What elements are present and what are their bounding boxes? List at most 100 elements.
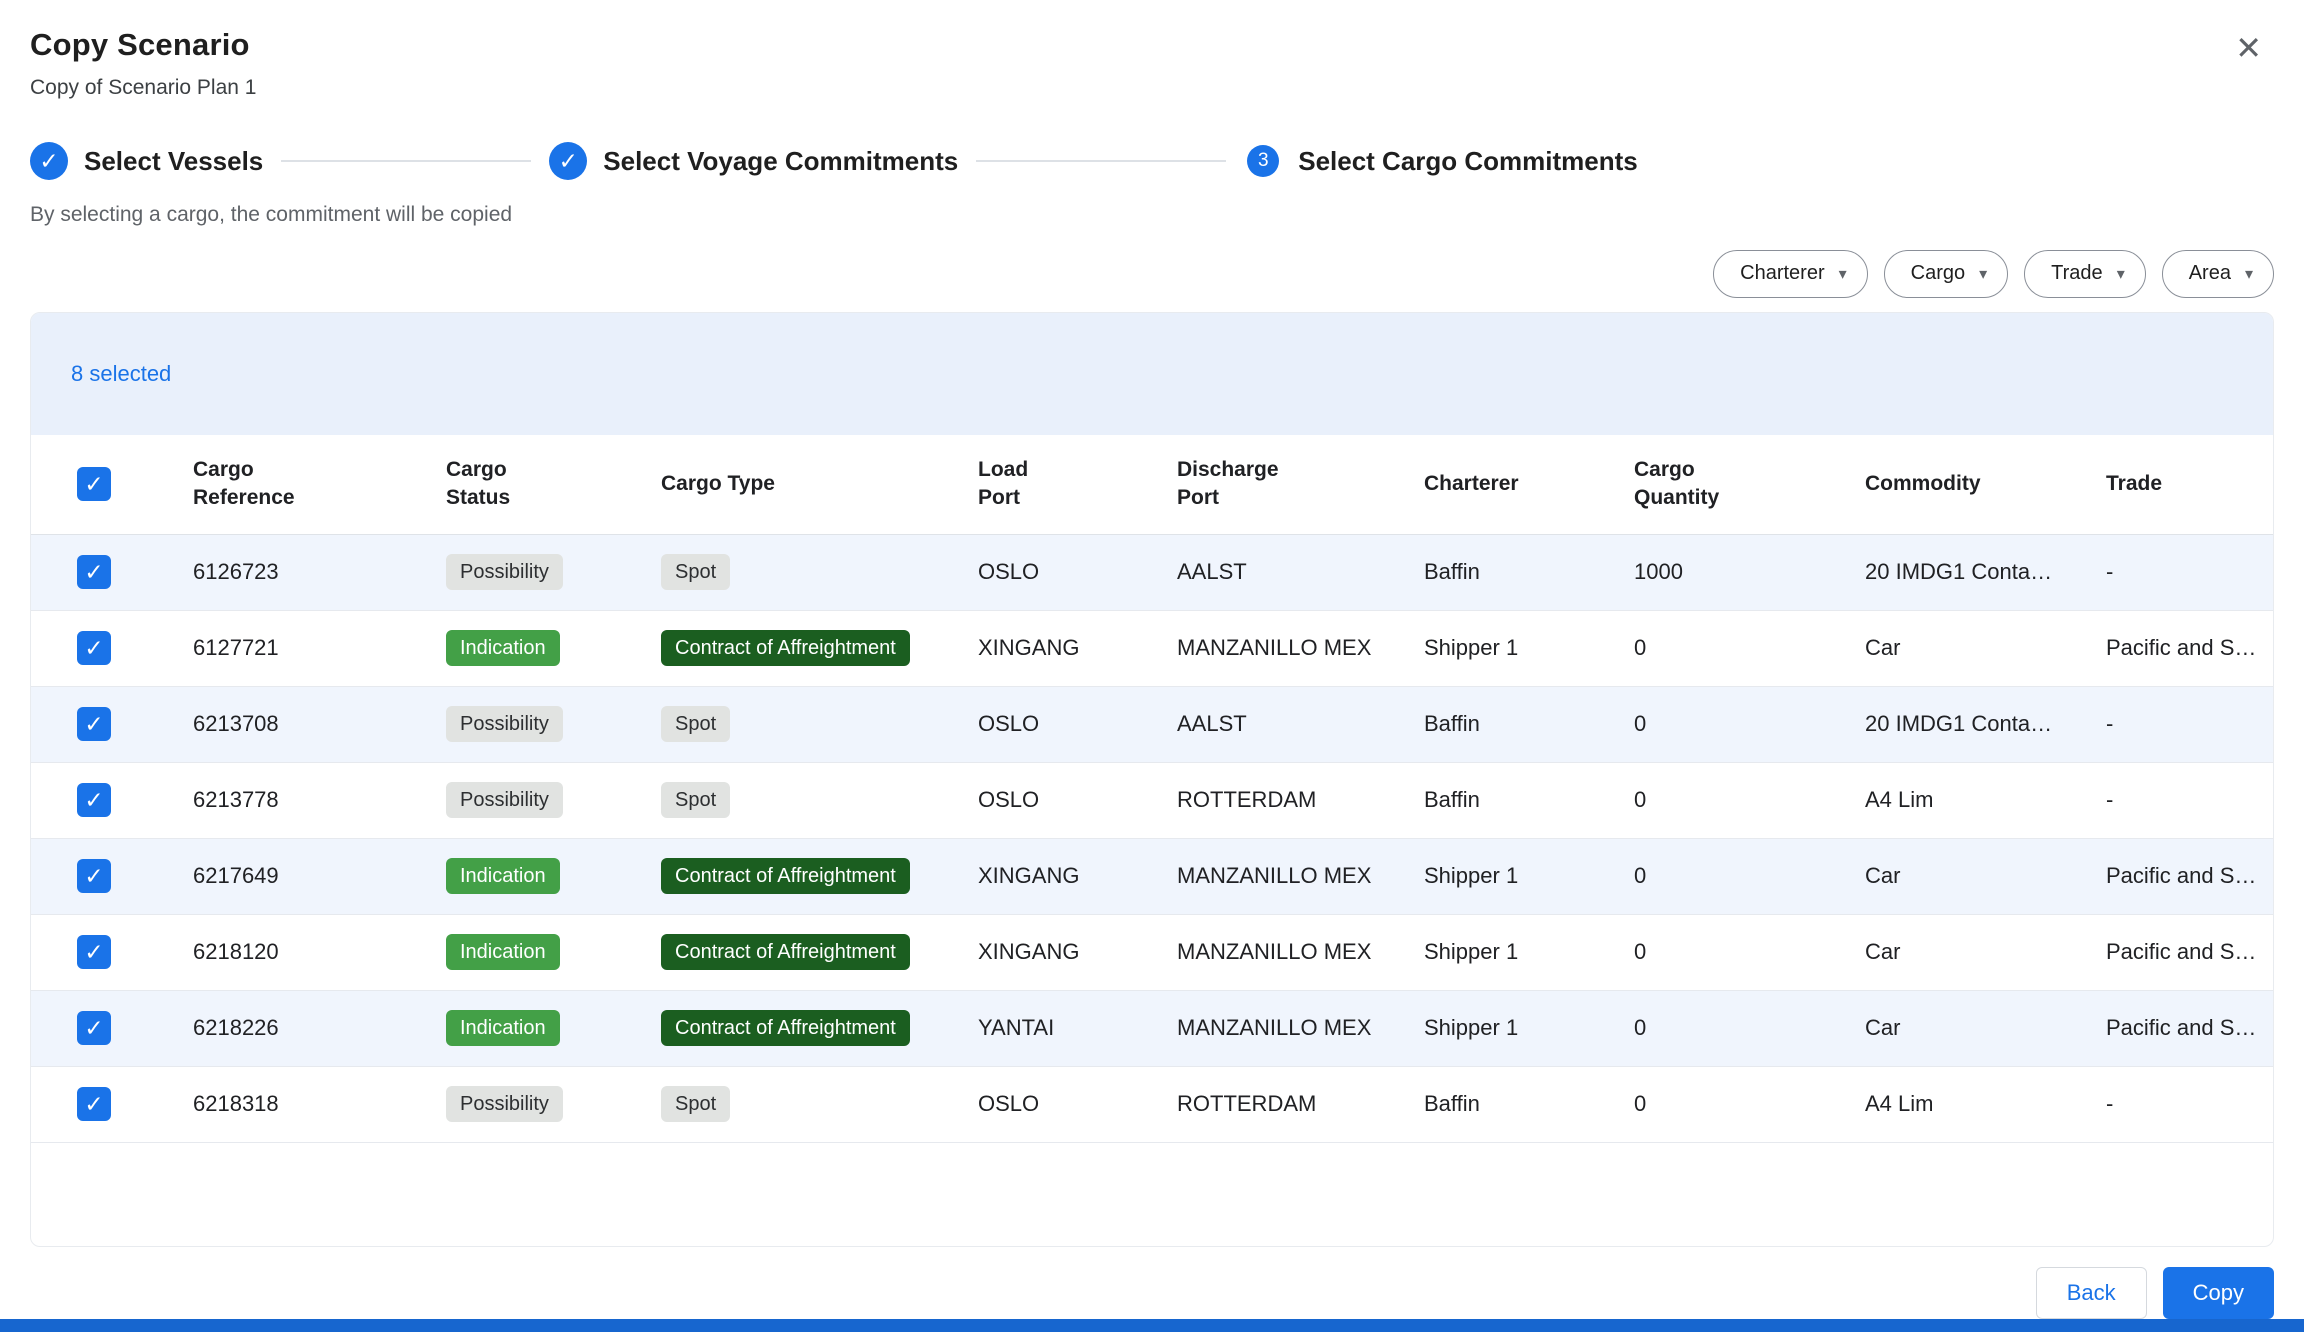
cargo-reference-cell: 6218318 — [193, 1091, 446, 1117]
copy-button[interactable]: Copy — [2163, 1267, 2274, 1319]
row-checkbox[interactable]: ✓ — [77, 631, 111, 665]
table-row: ✓ 6127721 Indication Contract of Affreig… — [31, 611, 2273, 687]
row-checkbox[interactable]: ✓ — [77, 707, 111, 741]
cargo-status-badge: Possibility — [446, 554, 563, 590]
discharge-port-cell: ROTTERDAM — [1177, 787, 1424, 813]
table-row: ✓ 6218120 Indication Contract of Affreig… — [31, 915, 2273, 991]
page-title: Copy Scenario — [30, 26, 256, 63]
cargo-type-badge: Contract of Affreightment — [661, 1010, 910, 1046]
commodity-cell: Car — [1865, 939, 2106, 965]
filter-area-dropdown[interactable]: Area ▾ — [2162, 250, 2274, 298]
row-checkbox[interactable]: ✓ — [77, 859, 111, 893]
cargo-commitments-panel: 8 selected ✓ Cargo ReferenceCargo Status C… — [30, 312, 2274, 1247]
modal-header: Copy Scenario Copy of Scenario Plan 1 ✕ — [0, 0, 2304, 100]
cargo-status-badge: Possibility — [446, 782, 563, 818]
cargo-type-cell: Contract of Affreightment — [661, 1010, 978, 1046]
filter-label: Area — [2189, 262, 2231, 285]
cargo-type-cell: Contract of Affreightment — [661, 858, 978, 894]
cargo-quantity-cell: 0 — [1634, 939, 1865, 965]
load-port-cell: OSLO — [978, 787, 1177, 813]
close-button[interactable]: ✕ — [2229, 26, 2268, 70]
step-number-badge: 3 — [1247, 145, 1279, 177]
chevron-down-icon: ▾ — [2245, 264, 2253, 284]
load-port-cell: OSLO — [978, 559, 1177, 585]
chevron-down-icon: ▾ — [2117, 264, 2125, 284]
cargo-quantity-cell: 0 — [1634, 863, 1865, 889]
cargo-status-cell: Indication — [446, 934, 661, 970]
discharge-port-cell: ROTTERDAM — [1177, 1091, 1424, 1117]
back-button[interactable]: Back — [2036, 1267, 2147, 1319]
cargo-type-cell: Spot — [661, 1086, 978, 1122]
step-check-icon: ✓ — [549, 142, 587, 180]
filter-label: Cargo — [1911, 262, 1965, 285]
charterer-cell: Shipper 1 — [1424, 635, 1634, 661]
column-header: Cargo Status — [446, 456, 661, 513]
filter-cargo-dropdown[interactable]: Cargo ▾ — [1884, 250, 2009, 298]
cargo-type-cell: Spot — [661, 782, 978, 818]
discharge-port-cell: AALST — [1177, 711, 1424, 737]
cargo-status-cell: Indication — [446, 858, 661, 894]
column-header: Cargo Reference — [193, 456, 446, 513]
commodity-cell: Car — [1865, 1015, 2106, 1041]
cargo-type-badge: Spot — [661, 782, 730, 818]
cargo-reference-cell: 6126723 — [193, 559, 446, 585]
cargo-status-cell: Indication — [446, 630, 661, 666]
cargo-reference-cell: 6218120 — [193, 939, 446, 965]
cargo-quantity-cell: 0 — [1634, 1091, 1865, 1117]
stepper-step-3[interactable]: 3 Select Cargo Commitments — [1244, 145, 1638, 177]
cargo-status-badge: Indication — [446, 1010, 560, 1046]
row-checkbox[interactable]: ✓ — [77, 1087, 111, 1121]
select-all-checkbox[interactable]: ✓ — [77, 467, 111, 501]
table-row: ✓ 6217649 Indication Contract of Affreig… — [31, 839, 2273, 915]
cargo-type-cell: Spot — [661, 554, 978, 590]
cargo-quantity-cell: 0 — [1634, 1015, 1865, 1041]
discharge-port-cell: MANZANILLO MEX — [1177, 635, 1424, 661]
trade-cell: Pacific and So… — [2106, 939, 2273, 965]
cargo-reference-cell: 6217649 — [193, 863, 446, 889]
load-port-cell: XINGANG — [978, 863, 1177, 889]
row-checkbox[interactable]: ✓ — [77, 555, 111, 589]
cargo-quantity-cell: 0 — [1634, 635, 1865, 661]
column-header: Load Port — [978, 456, 1177, 513]
filter-charterer-dropdown[interactable]: Charterer ▾ — [1713, 250, 1868, 298]
discharge-port-cell: AALST — [1177, 559, 1424, 585]
cargo-status-cell: Possibility — [446, 1086, 661, 1122]
filter-label: Charterer — [1740, 262, 1824, 285]
cargo-type-badge: Spot — [661, 554, 730, 590]
stepper-step-1[interactable]: ✓ Select Vessels — [30, 142, 263, 180]
row-checkbox[interactable]: ✓ — [77, 783, 111, 817]
stepper-step-2[interactable]: ✓ Select Voyage Commitments — [549, 142, 958, 180]
chevron-down-icon: ▾ — [1979, 264, 1987, 284]
load-port-cell: XINGANG — [978, 635, 1177, 661]
column-header: Trade — [2106, 470, 2273, 498]
row-checkbox[interactable]: ✓ — [77, 935, 111, 969]
cargo-status-badge: Indication — [446, 934, 560, 970]
commodity-cell: A4 Lim — [1865, 1091, 2106, 1117]
table-row: ✓ 6126723 Possibility Spot OSLO AALST Ba… — [31, 535, 2273, 611]
table-row: ✓ 6218226 Indication Contract of Affreig… — [31, 991, 2273, 1067]
trade-cell: - — [2106, 711, 2273, 737]
cargo-status-cell: Possibility — [446, 706, 661, 742]
load-port-cell: YANTAI — [978, 1015, 1177, 1041]
trade-cell: - — [2106, 1091, 2273, 1117]
stepper-connector — [281, 160, 531, 162]
table-row: ✓ 6213708 Possibility Spot OSLO AALST Ba… — [31, 687, 2273, 763]
charterer-cell: Baffin — [1424, 787, 1634, 813]
copy-scenario-modal: Copy Scenario Copy of Scenario Plan 1 ✕ … — [0, 0, 2304, 1319]
charterer-cell: Baffin — [1424, 711, 1634, 737]
cargo-type-badge: Contract of Affreightment — [661, 858, 910, 894]
row-checkbox[interactable]: ✓ — [77, 1011, 111, 1045]
filter-trade-dropdown[interactable]: Trade ▾ — [2024, 250, 2146, 298]
trade-cell: - — [2106, 787, 2273, 813]
step-label: Select Voyage Commitments — [603, 146, 958, 177]
chevron-down-icon: ▾ — [1839, 264, 1847, 284]
cargo-reference-cell: 6213708 — [193, 711, 446, 737]
cargo-status-cell: Possibility — [446, 782, 661, 818]
cargo-quantity-cell: 0 — [1634, 787, 1865, 813]
stepper-connector — [976, 160, 1226, 162]
selection-summary-bar: 8 selected — [31, 313, 2273, 435]
cargo-status-badge: Indication — [446, 858, 560, 894]
discharge-port-cell: MANZANILLO MEX — [1177, 1015, 1424, 1041]
cargo-status-cell: Possibility — [446, 554, 661, 590]
cargo-reference-cell: 6127721 — [193, 635, 446, 661]
